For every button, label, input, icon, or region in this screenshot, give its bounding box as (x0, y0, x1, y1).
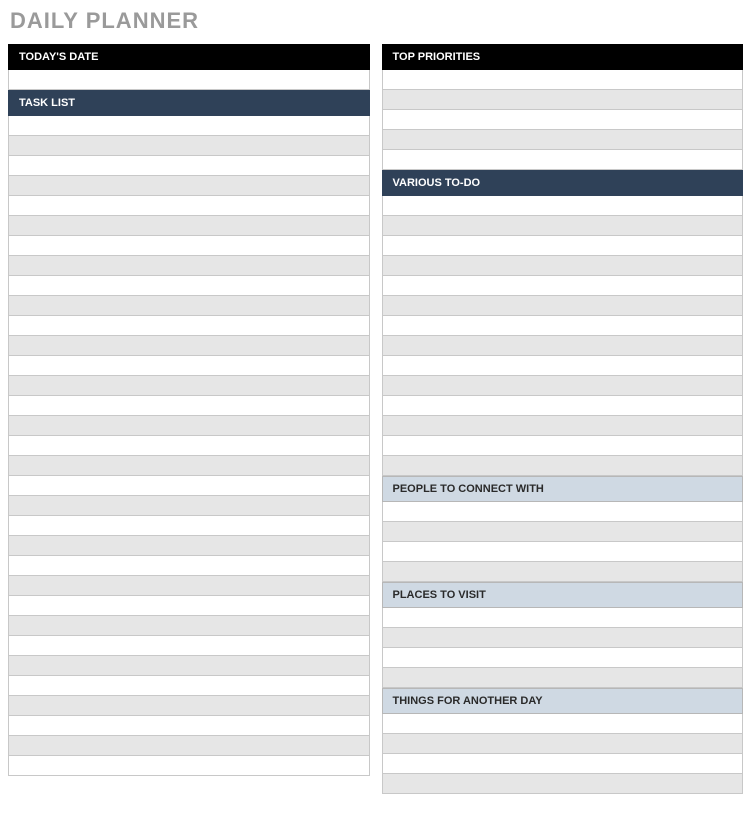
todo-row[interactable] (382, 196, 744, 216)
places-row[interactable] (382, 668, 744, 688)
places-row[interactable] (382, 628, 744, 648)
task-row[interactable] (8, 136, 370, 156)
people-row[interactable] (382, 562, 744, 582)
task-row[interactable] (8, 356, 370, 376)
task-row[interactable] (8, 216, 370, 236)
places-visit-header: PLACES TO VISIT (382, 582, 744, 608)
todo-row[interactable] (382, 276, 744, 296)
task-row[interactable] (8, 576, 370, 596)
todo-row[interactable] (382, 396, 744, 416)
another-day-row[interactable] (382, 734, 744, 754)
task-row[interactable] (8, 756, 370, 776)
task-row[interactable] (8, 736, 370, 756)
priority-row[interactable] (382, 110, 744, 130)
people-row[interactable] (382, 502, 744, 522)
todo-row[interactable] (382, 456, 744, 476)
things-another-day-header: THINGS FOR ANOTHER DAY (382, 688, 744, 714)
task-row[interactable] (8, 196, 370, 216)
task-row[interactable] (8, 616, 370, 636)
task-row[interactable] (8, 276, 370, 296)
todo-row[interactable] (382, 216, 744, 236)
top-priorities-header: TOP PRIORITIES (382, 44, 744, 70)
people-row[interactable] (382, 522, 744, 542)
task-row[interactable] (8, 376, 370, 396)
task-row[interactable] (8, 156, 370, 176)
todo-row[interactable] (382, 316, 744, 336)
task-row[interactable] (8, 116, 370, 136)
task-row[interactable] (8, 396, 370, 416)
todo-row[interactable] (382, 256, 744, 276)
task-row[interactable] (8, 556, 370, 576)
task-row[interactable] (8, 516, 370, 536)
people-connect-header: PEOPLE TO CONNECT WITH (382, 476, 744, 502)
task-row[interactable] (8, 176, 370, 196)
places-row[interactable] (382, 608, 744, 628)
task-row[interactable] (8, 256, 370, 276)
another-day-row[interactable] (382, 774, 744, 794)
task-row[interactable] (8, 476, 370, 496)
various-todo-header: VARIOUS TO-DO (382, 170, 744, 196)
todo-row[interactable] (382, 436, 744, 456)
right-column: TOP PRIORITIES VARIOUS TO-DO PEOPLE TO C… (382, 44, 744, 794)
priority-row[interactable] (382, 150, 744, 170)
task-row[interactable] (8, 236, 370, 256)
another-day-row[interactable] (382, 714, 744, 734)
task-row[interactable] (8, 416, 370, 436)
task-row[interactable] (8, 696, 370, 716)
todo-row[interactable] (382, 376, 744, 396)
left-column: TODAY'S DATE TASK LIST (8, 44, 370, 794)
task-row[interactable] (8, 656, 370, 676)
people-row[interactable] (382, 542, 744, 562)
todo-row[interactable] (382, 296, 744, 316)
page-title: DAILY PLANNER (8, 8, 743, 34)
task-row[interactable] (8, 716, 370, 736)
todays-date-value[interactable] (8, 70, 370, 90)
task-row[interactable] (8, 596, 370, 616)
task-row[interactable] (8, 296, 370, 316)
task-row[interactable] (8, 336, 370, 356)
todo-row[interactable] (382, 416, 744, 436)
task-row[interactable] (8, 676, 370, 696)
places-row[interactable] (382, 648, 744, 668)
todo-row[interactable] (382, 356, 744, 376)
todo-row[interactable] (382, 336, 744, 356)
priority-row[interactable] (382, 130, 744, 150)
task-row[interactable] (8, 496, 370, 516)
planner-columns: TODAY'S DATE TASK LIST (8, 44, 743, 794)
priority-row[interactable] (382, 70, 744, 90)
todays-date-header: TODAY'S DATE (8, 44, 370, 70)
task-list-header: TASK LIST (8, 90, 370, 116)
task-row[interactable] (8, 536, 370, 556)
task-row[interactable] (8, 436, 370, 456)
task-row[interactable] (8, 456, 370, 476)
task-row[interactable] (8, 316, 370, 336)
todo-row[interactable] (382, 236, 744, 256)
task-row[interactable] (8, 636, 370, 656)
another-day-row[interactable] (382, 754, 744, 774)
priority-row[interactable] (382, 90, 744, 110)
